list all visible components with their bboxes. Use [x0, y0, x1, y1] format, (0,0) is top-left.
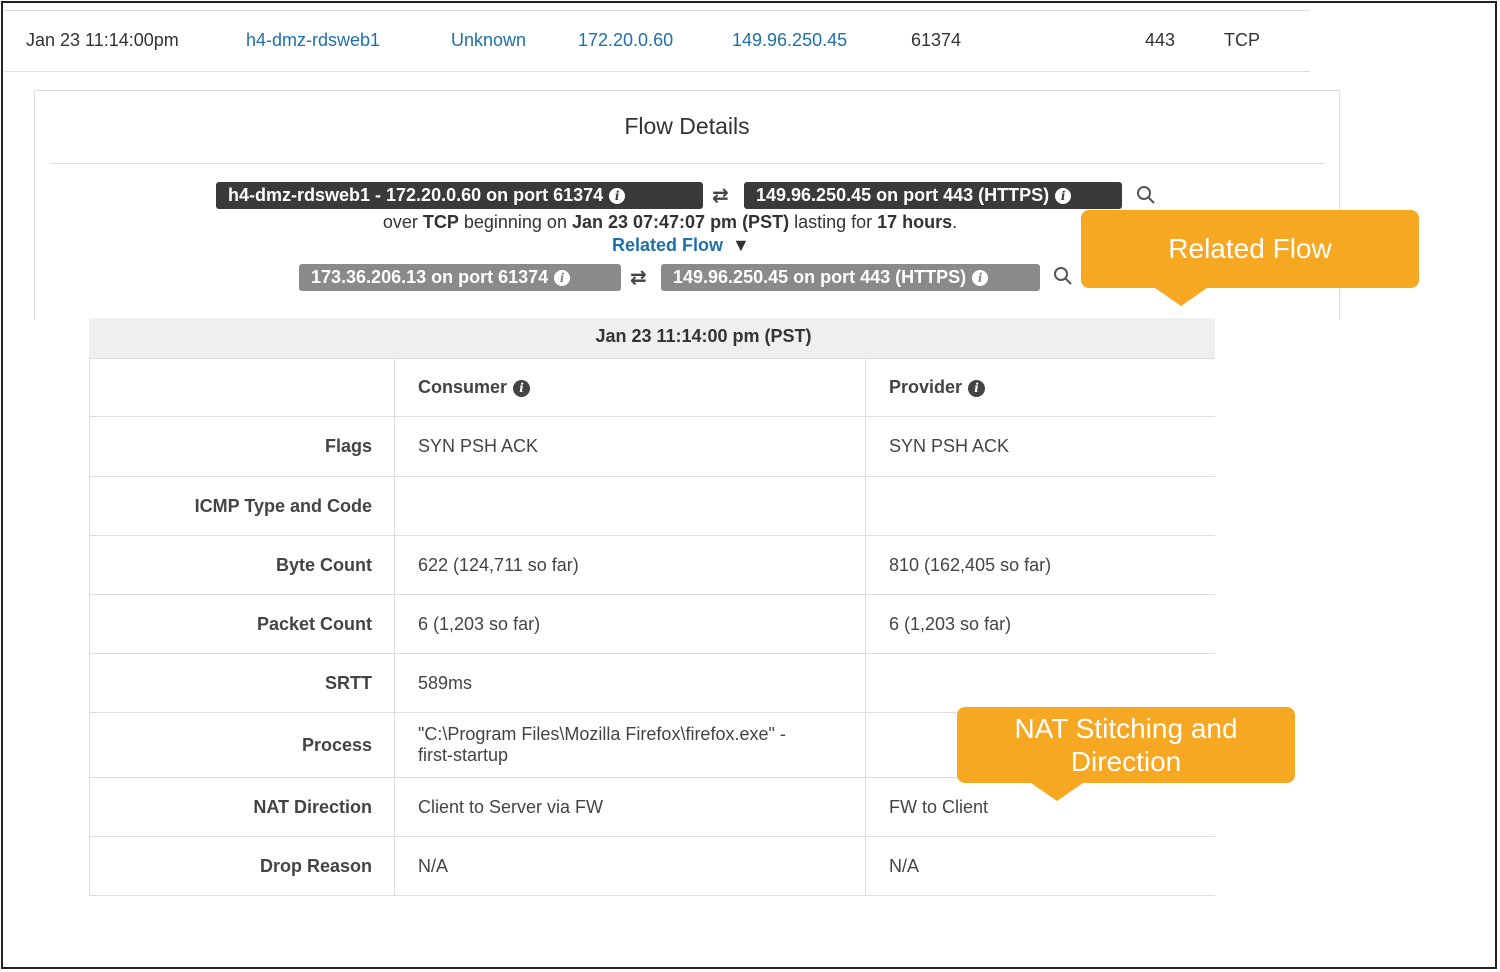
row-label: ICMP Type and Code — [89, 476, 395, 536]
related-flow-callout: Related Flow — [1081, 210, 1419, 306]
consumer-value: 6 (1,203 so far) — [394, 594, 866, 654]
callout-pointer — [1155, 288, 1207, 306]
info-icon[interactable]: i — [1055, 188, 1072, 205]
table-row: SRTT 589ms — [89, 653, 1215, 713]
caret-down-icon: ▼ — [732, 235, 750, 255]
search-icon[interactable] — [1053, 266, 1073, 286]
process-line-2: first-startup — [418, 745, 509, 765]
nat-callout-line-1: NAT Stitching and — [1014, 713, 1238, 744]
flow-dst-ip-link[interactable]: 149.96.250.45 — [732, 30, 847, 51]
provider-value: SYN PSH ACK — [865, 416, 1215, 477]
flow-details-title: Flow Details — [624, 113, 750, 139]
related-flow-label: Related Flow — [612, 235, 724, 255]
consumer-value: SYN PSH ACK — [394, 416, 866, 477]
observation-timestamp: Jan 23 11:14:00 pm (PST) — [595, 326, 812, 346]
row-label: Flags — [89, 416, 395, 477]
consumer-value: Client to Server via FW — [394, 777, 866, 837]
info-icon[interactable]: i — [972, 270, 989, 287]
summary-duration: 17 hours — [877, 212, 953, 232]
flow-src-ip-link[interactable]: 172.20.0.60 — [578, 30, 673, 51]
consumer-value: 622 (124,711 so far) — [394, 535, 866, 595]
consumer-value — [394, 476, 866, 536]
info-icon[interactable]: i — [609, 188, 626, 205]
flow-protocol: TCP — [1224, 30, 1260, 50]
table-row: Flags SYN PSH ACK SYN PSH ACK — [89, 416, 1215, 477]
row-label: SRTT — [89, 653, 395, 713]
flow-src-port: 61374 — [911, 30, 962, 50]
table-row: Drop Reason N/A N/A — [89, 836, 1215, 896]
related-provider-pill[interactable]: 149.96.250.45 on port 443 (HTTPS) i — [661, 264, 1040, 291]
consumer-column-header: Consumer i — [394, 358, 866, 417]
info-icon[interactable]: i — [513, 379, 531, 397]
observation-grid: Consumer i Provider i Flags SYN PSH ACK SY… — [89, 358, 1215, 896]
callout-pointer — [1031, 783, 1083, 801]
swap-arrows-icon: ⇄ — [630, 267, 647, 289]
header-blank — [89, 358, 395, 417]
info-icon[interactable]: i — [554, 270, 571, 287]
related-consumer-label: 173.36.206.13 on port 61374 — [311, 267, 549, 287]
nat-callout-line-2: Direction — [1070, 746, 1182, 777]
row-label: Byte Count — [89, 535, 395, 595]
table-row: Byte Count 622 (124,711 so far) 810 (162… — [89, 535, 1215, 595]
summary-protocol: TCP — [422, 212, 459, 232]
related-flow-callout-text: Related Flow — [1168, 233, 1332, 264]
table-row: Packet Count 6 (1,203 so far) 6 (1,203 s… — [89, 594, 1215, 654]
consumer-value: "C:\Program Files\Mozilla Firefox\firefo… — [394, 712, 866, 778]
row-label: Packet Count — [89, 594, 395, 654]
provider-column-header: Provider i — [865, 358, 1215, 417]
provider-value: N/A — [865, 836, 1215, 896]
summary-start-time: Jan 23 07:47:07 pm (PST) — [571, 212, 790, 232]
consumer-endpoint-pill[interactable]: h4-dmz-rdsweb1 - 172.20.0.60 on port 613… — [216, 182, 703, 209]
flow-dst-port: 443 — [1145, 30, 1176, 50]
provider-value: 810 (162,405 so far) — [865, 535, 1215, 595]
provider-value: 6 (1,203 so far) — [865, 594, 1215, 654]
table-header-row: Consumer i Provider i — [89, 358, 1215, 417]
consumer-endpoint-label: h4-dmz-rdsweb1 - 172.20.0.60 on port 613… — [228, 185, 604, 205]
info-icon[interactable]: i — [968, 379, 986, 397]
flow-table-row[interactable]: Jan 23 11:14:00pm h4-dmz-rdsweb1 Unknown… — [4, 10, 1310, 72]
divider — [50, 163, 1325, 164]
nat-stitching-callout: NAT Stitching and Direction — [957, 707, 1295, 801]
consumer-value: 589ms — [394, 653, 866, 713]
row-label: NAT Direction — [89, 777, 395, 837]
related-consumer-pill[interactable]: 173.36.206.13 on port 61374 i — [299, 264, 621, 291]
related-provider-label: 149.96.250.45 on port 443 (HTTPS) — [673, 267, 967, 287]
flow-host-link[interactable]: h4-dmz-rdsweb1 — [246, 30, 380, 51]
process-line-1: "C:\Program Files\Mozilla Firefox\firefo… — [418, 724, 786, 744]
flow-time: Jan 23 11:14:00pm — [26, 30, 179, 50]
search-icon[interactable] — [1136, 185, 1156, 205]
provider-endpoint-label: 149.96.250.45 on port 443 (HTTPS) — [756, 185, 1050, 205]
provider-value — [865, 476, 1215, 536]
row-label: Drop Reason — [89, 836, 395, 896]
provider-value — [865, 653, 1215, 713]
swap-arrows-icon: ⇄ — [712, 185, 729, 207]
consumer-value: N/A — [394, 836, 866, 896]
table-row: ICMP Type and Code — [89, 476, 1215, 536]
flow-scope-link[interactable]: Unknown — [451, 30, 526, 51]
related-flow-toggle[interactable]: Related Flow ▼ — [612, 235, 750, 256]
flow-observation-table: Jan 23 11:14:00 pm (PST) Consumer i Provi… — [89, 318, 1215, 899]
row-label: Process — [89, 712, 395, 778]
provider-endpoint-pill[interactable]: 149.96.250.45 on port 443 (HTTPS) i — [744, 182, 1122, 209]
observation-timestamp-band: Jan 23 11:14:00 pm (PST) — [89, 318, 1215, 359]
